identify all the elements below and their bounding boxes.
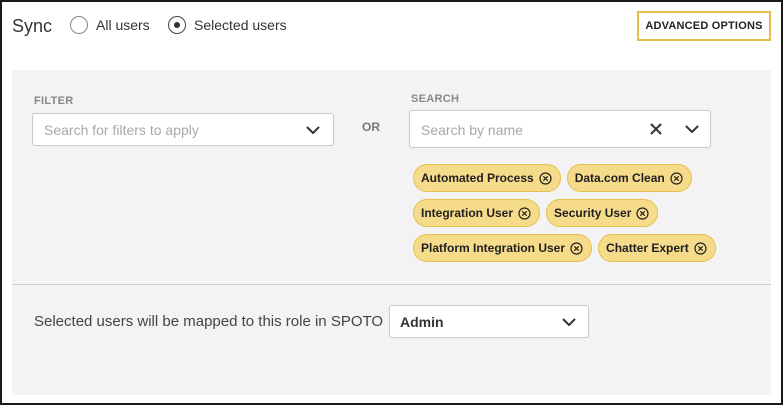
- user-chip-label: Chatter Expert: [606, 241, 689, 255]
- user-chip: Integration User: [413, 199, 541, 227]
- radio-all-users[interactable]: All users: [70, 16, 150, 34]
- role-mapping-text: Selected users will be mapped to this ro…: [34, 313, 384, 330]
- remove-circle-icon[interactable]: [570, 241, 583, 255]
- chevron-down-icon[interactable]: [562, 318, 576, 327]
- chip-row: Integration User Security User: [413, 199, 733, 227]
- selected-user-chips: Automated Process Data.com Clean Integra…: [413, 164, 733, 269]
- selection-panel: FILTER Search for filters to apply OR SE…: [12, 70, 771, 395]
- user-chip-label: Platform Integration User: [421, 241, 566, 255]
- chip-row: Automated Process Data.com Clean: [413, 164, 733, 192]
- user-chip: Automated Process: [413, 164, 561, 192]
- chevron-down-icon[interactable]: [685, 125, 699, 134]
- remove-circle-icon[interactable]: [670, 171, 683, 185]
- role-selected-value: Admin: [400, 314, 444, 330]
- user-chip-label: Security User: [554, 206, 632, 220]
- remove-circle-icon[interactable]: [694, 241, 707, 255]
- section-divider: [12, 284, 771, 285]
- remove-circle-icon[interactable]: [518, 206, 531, 220]
- chip-row: Platform Integration User Chatter Expert: [413, 234, 733, 262]
- user-chip: Security User: [546, 199, 659, 227]
- user-chip-label: Data.com Clean: [574, 171, 665, 185]
- search-label: SEARCH: [411, 93, 460, 105]
- sync-header: Sync All users Selected users ADVANCED O…: [2, 2, 781, 50]
- radio-all-users-label: All users: [96, 17, 150, 33]
- radio-selected-users[interactable]: Selected users: [168, 16, 287, 34]
- radio-selected-users-label: Selected users: [194, 17, 287, 33]
- search-input[interactable]: Search by name: [409, 110, 711, 148]
- or-separator: OR: [362, 120, 380, 134]
- radio-all-users-circle[interactable]: [70, 16, 88, 34]
- filter-placeholder: Search for filters to apply: [44, 122, 199, 138]
- remove-circle-icon[interactable]: [636, 206, 649, 220]
- radio-selected-users-circle[interactable]: [168, 16, 186, 34]
- clear-icon[interactable]: [650, 123, 662, 135]
- user-chip: Platform Integration User: [413, 234, 593, 262]
- chevron-down-icon[interactable]: [306, 126, 320, 135]
- sync-title: Sync: [12, 16, 53, 36]
- role-dropdown[interactable]: Admin: [389, 305, 589, 338]
- user-chip-label: Automated Process: [421, 171, 534, 185]
- search-placeholder: Search by name: [421, 122, 523, 138]
- filter-label: FILTER: [34, 95, 74, 107]
- sync-window: Sync All users Selected users ADVANCED O…: [0, 0, 783, 405]
- user-chip: Data.com Clean: [566, 164, 692, 192]
- user-chip-label: Integration User: [421, 206, 514, 220]
- remove-circle-icon[interactable]: [539, 171, 552, 185]
- filter-dropdown[interactable]: Search for filters to apply: [32, 113, 334, 146]
- user-chip: Chatter Expert: [598, 234, 716, 262]
- advanced-options-button[interactable]: ADVANCED OPTIONS: [637, 11, 771, 41]
